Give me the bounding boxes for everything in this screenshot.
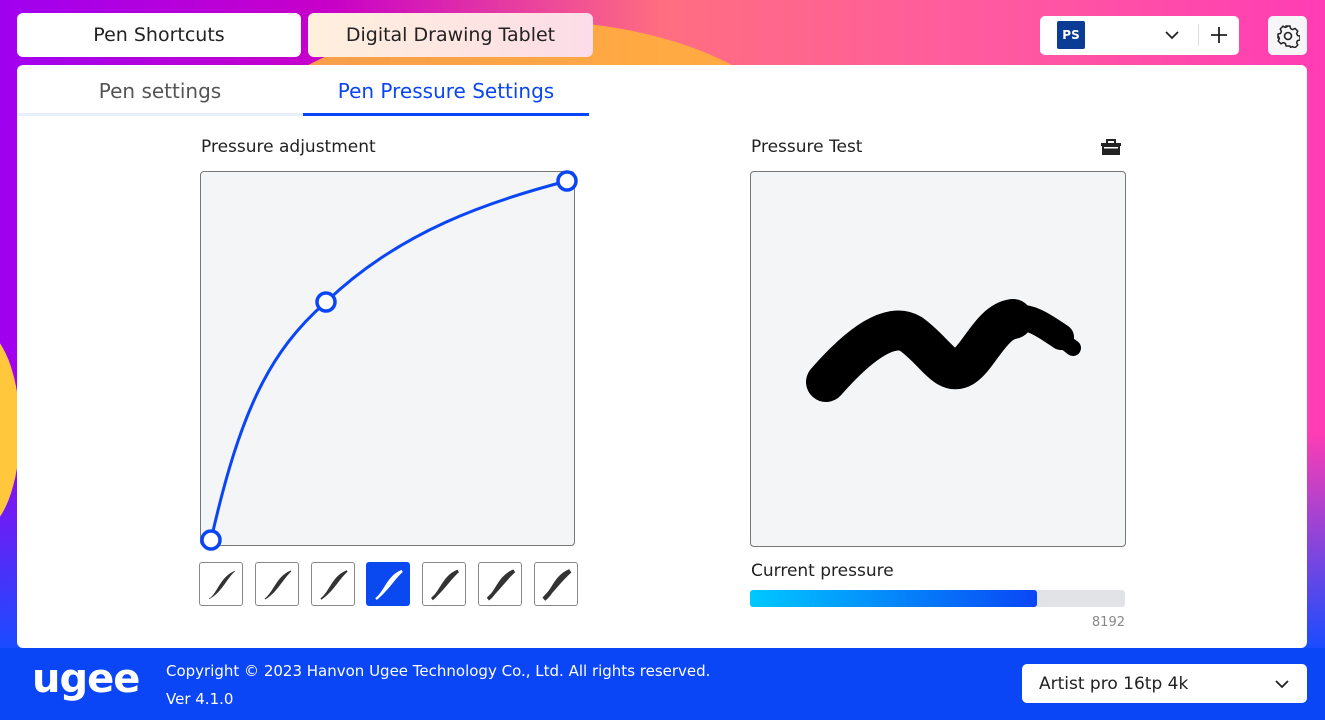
copyright: Copyright © 2023 Hanvon Ugee Technology … <box>166 662 711 680</box>
curve-preset-5[interactable] <box>422 562 467 606</box>
pen-curve-icon <box>431 569 460 601</box>
pressure-test-canvas[interactable] <box>750 171 1126 547</box>
pen-curve-icon <box>375 569 404 600</box>
pressure-bar-fill <box>750 590 1037 607</box>
pressure-curve-editor[interactable] <box>200 170 578 551</box>
version: Ver 4.1.0 <box>166 690 234 708</box>
current-pressure-label: Current pressure <box>751 561 894 581</box>
curve-preset-4[interactable] <box>366 562 411 606</box>
curve-preset-6[interactable] <box>478 562 522 606</box>
footer: ugee Copyright © 2023 Hanvon Ugee Techno… <box>0 648 1325 720</box>
curve-handle-mid[interactable] <box>315 291 337 313</box>
pressure-curve <box>209 179 568 541</box>
app-selector[interactable]: PS <box>1040 16 1239 55</box>
test-stroke <box>806 299 1081 402</box>
device-selector[interactable]: Artist pro 16tp 4k <box>1022 664 1307 703</box>
tab-digital-drawing-tablet[interactable]: Digital Drawing Tablet <box>308 13 593 57</box>
curve-handle-start[interactable] <box>200 529 222 551</box>
pen-curve-icon <box>208 570 236 600</box>
tab-label: Digital Drawing Tablet <box>345 24 556 46</box>
pressure-max-value: 8192 <box>1091 615 1125 630</box>
tab-pen-shortcuts[interactable]: Pen Shortcuts <box>17 13 301 57</box>
chevron-down-icon[interactable] <box>1164 28 1180 42</box>
curve-preset-1[interactable] <box>199 562 243 606</box>
curve-handle-end[interactable] <box>556 170 578 192</box>
pen-curve-icon <box>542 569 572 601</box>
tab-label: Pen settings <box>98 78 222 103</box>
curve-preset-3[interactable] <box>310 562 355 606</box>
pen-curve-icon <box>264 570 292 600</box>
divider <box>1198 24 1199 46</box>
device-name: Artist pro 16tp 4k <box>1039 673 1189 694</box>
tab-pen-settings[interactable]: Pen settings <box>17 68 303 116</box>
tab-label: Pen Pressure Settings <box>337 78 555 103</box>
clear-icon[interactable] <box>1100 137 1122 157</box>
tab-label: Pen Shortcuts <box>93 24 225 46</box>
curve-preset-2[interactable] <box>254 562 299 606</box>
pressure-adjustment-title: Pressure adjustment <box>201 137 376 157</box>
curve-preset-7[interactable] <box>533 562 578 606</box>
add-app-icon[interactable] <box>1210 26 1228 44</box>
tab-pen-pressure-settings[interactable]: Pen Pressure Settings <box>303 68 589 116</box>
ugee-logo: ugee <box>32 656 140 702</box>
pen-curve-icon <box>320 570 348 600</box>
pressure-bar <box>750 590 1125 607</box>
chevron-down-icon <box>1275 680 1289 689</box>
pen-curve-icon <box>486 569 516 601</box>
gear-icon <box>1276 24 1300 48</box>
settings-button[interactable] <box>1268 16 1307 55</box>
pressure-test-title: Pressure Test <box>751 137 863 157</box>
photoshop-icon: PS <box>1057 21 1085 49</box>
